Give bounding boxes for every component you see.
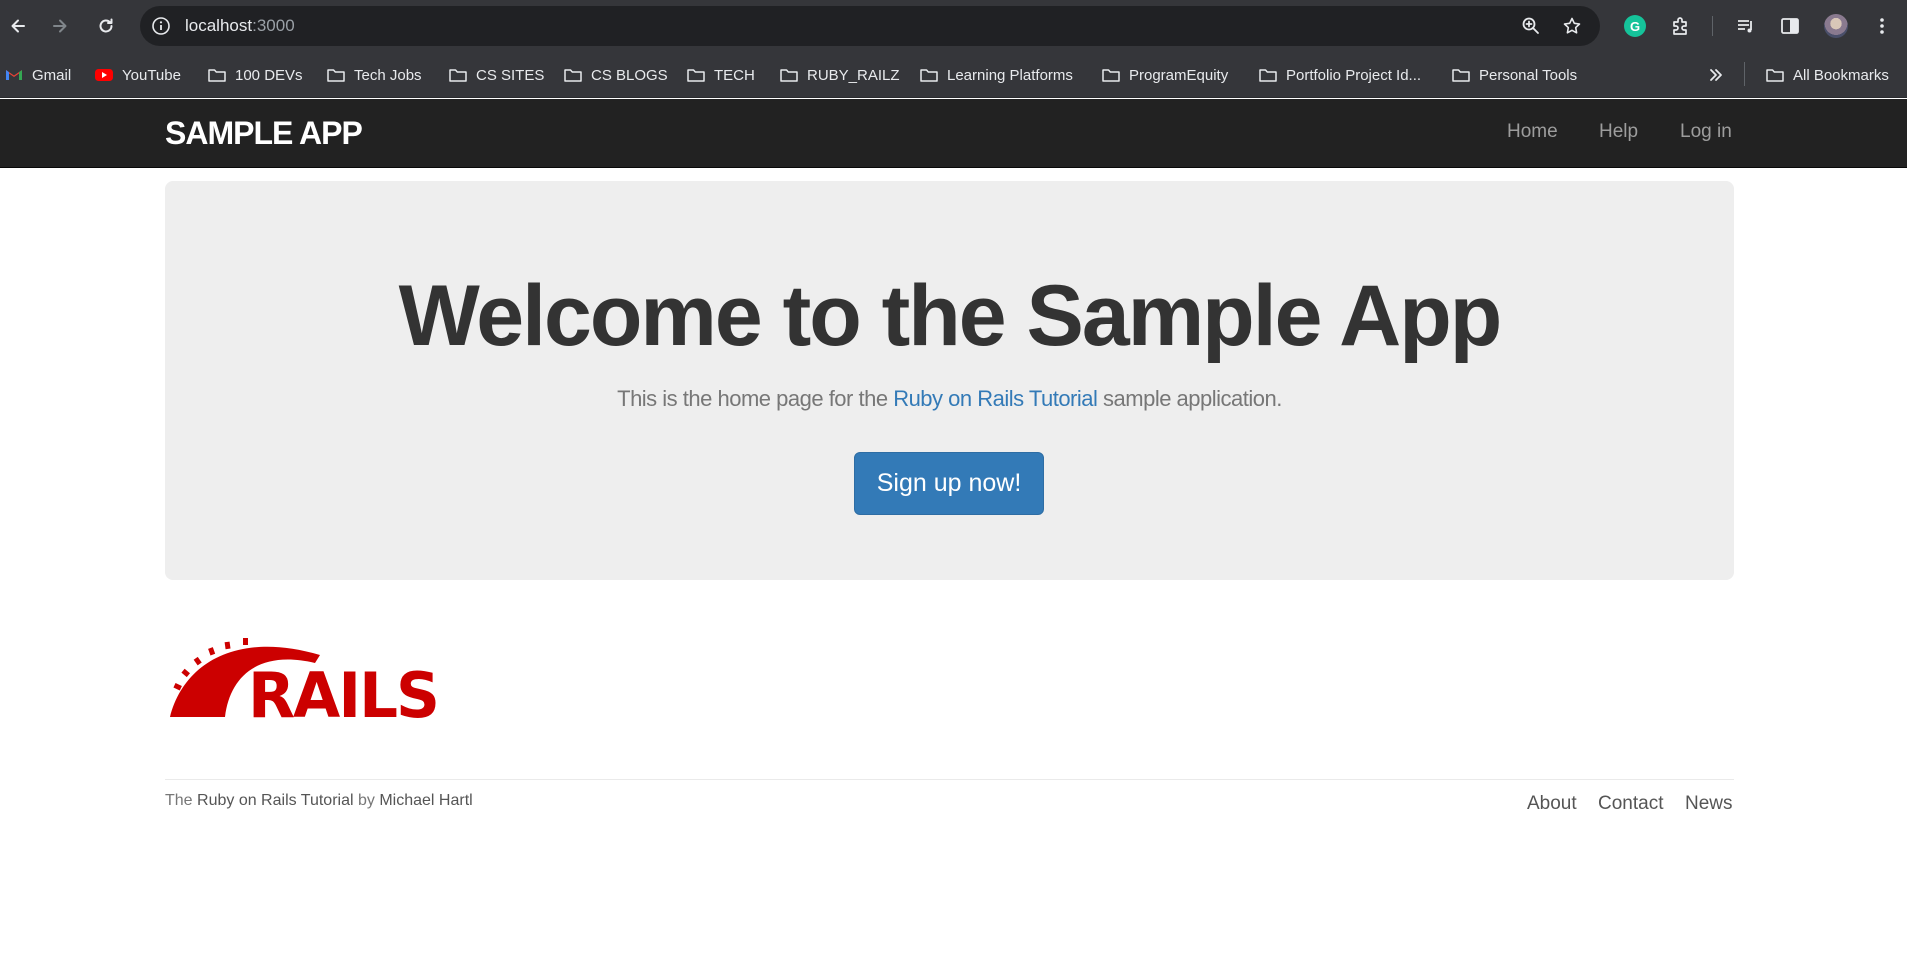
hero-subtitle-after: sample application.	[1097, 386, 1282, 411]
hero-subtitle: This is the home page for the Ruby on Ra…	[165, 385, 1734, 413]
toolbar-divider	[1712, 16, 1713, 36]
bookmark-label: All Bookmarks	[1793, 66, 1889, 84]
playlist-icon	[1738, 20, 1752, 33]
folder-icon	[1102, 69, 1120, 82]
footer-author-link[interactable]: Michael Hartl	[379, 792, 472, 809]
side-panel-button[interactable]	[1776, 12, 1804, 40]
bookmark-label: Personal Tools	[1479, 66, 1578, 84]
grammarly-icon: G	[1624, 15, 1646, 37]
forward-button[interactable]	[44, 10, 76, 42]
nav-help-link[interactable]: Help	[1599, 120, 1638, 144]
app-logo[interactable]: SAMPLE APP	[165, 114, 363, 152]
rails-logo[interactable]: RAILS	[165, 620, 440, 720]
arrow-left-icon	[11, 19, 25, 33]
extensions-button[interactable]	[1667, 12, 1695, 40]
footer-about-link[interactable]: About	[1527, 792, 1577, 816]
folder-icon	[1259, 69, 1277, 82]
nav-login-link[interactable]: Log in	[1680, 120, 1732, 144]
bookmark-youtube[interactable]: YouTube	[94, 63, 181, 87]
bookmark-label: TECH	[714, 66, 755, 84]
more-bookmarks-button[interactable]	[1706, 63, 1726, 87]
footer-tutorial-link[interactable]: Ruby on Rails Tutorial	[197, 792, 354, 809]
bookmark-label: Tech Jobs	[354, 66, 422, 84]
rails-logo-text: RAILS	[248, 659, 438, 720]
bookmark-label: 100 DEVs	[235, 66, 303, 84]
footer-by: by	[353, 792, 380, 809]
folder-icon	[208, 69, 226, 82]
address-bar[interactable]: localhost:3000	[140, 6, 1600, 46]
bookmark-label: RUBY_RAILZ	[807, 66, 900, 84]
reload-icon	[99, 18, 113, 33]
nav-home-link[interactable]: Home	[1507, 120, 1558, 144]
gmail-icon	[6, 70, 22, 80]
arrow-right-icon	[53, 19, 67, 33]
page-footer: The Ruby on Rails Tutorial by Michael Ha…	[165, 779, 1734, 839]
bookmark-learning-platforms[interactable]: Learning Platforms	[919, 63, 1073, 87]
hero-jumbotron: Welcome to the Sample App This is the ho…	[165, 181, 1734, 580]
hero-subtitle-before: This is the home page for the	[617, 386, 894, 411]
signup-button[interactable]: Sign up now!	[854, 452, 1044, 515]
bookmark-personal-tools[interactable]: Personal Tools	[1451, 63, 1577, 87]
folder-icon	[687, 69, 705, 82]
hero-title: Welcome to the Sample App	[398, 268, 1503, 364]
puzzle-icon	[1673, 17, 1687, 35]
url-port: :3000	[252, 16, 295, 35]
bookmark-label: CS SITES	[476, 66, 545, 84]
reload-button[interactable]	[90, 10, 122, 42]
bookmark-tech[interactable]: TECH	[686, 63, 755, 87]
youtube-icon	[95, 69, 113, 81]
media-controls-button[interactable]	[1732, 12, 1760, 40]
all-bookmarks[interactable]: All Bookmarks	[1765, 63, 1889, 87]
profile-button[interactable]	[1822, 12, 1850, 40]
bookmark-label: CS BLOGS	[591, 66, 668, 84]
rails-tutorial-link[interactable]: Ruby on Rails Tutorial	[893, 386, 1098, 411]
bookmark-label: Portfolio Project Id...	[1286, 66, 1422, 84]
bookmark-cs-blogs[interactable]: CS BLOGS	[563, 63, 668, 87]
avatar	[1824, 14, 1848, 38]
kebab-menu-icon	[1880, 18, 1884, 34]
url-text[interactable]: localhost:3000	[185, 16, 295, 36]
footer-prefix: The	[165, 792, 198, 809]
site-info-icon[interactable]	[150, 15, 172, 37]
browser-toolbar: localhost:3000 G	[0, 0, 1907, 52]
bookmark-gmail[interactable]: Gmail	[4, 63, 71, 87]
side-panel-icon	[1781, 18, 1799, 34]
footer-contact-link[interactable]: Contact	[1598, 792, 1663, 816]
bookmark-100-devs[interactable]: 100 DEVs	[207, 63, 303, 87]
bookmark-cs-sites[interactable]: CS SITES	[448, 63, 544, 87]
footer-news-link[interactable]: News	[1685, 792, 1733, 816]
bookmark-label: YouTube	[122, 66, 181, 84]
back-button[interactable]	[2, 10, 34, 42]
folder-icon	[327, 69, 345, 82]
bookmark-programequity[interactable]: ProgramEquity	[1101, 63, 1228, 87]
url-host: localhost	[185, 16, 253, 35]
bookmark-label: Gmail	[32, 66, 72, 84]
folder-icon	[780, 69, 798, 82]
footer-credits: The Ruby on Rails Tutorial by Michael Ha…	[165, 791, 473, 811]
bookmarks-divider	[1744, 62, 1745, 86]
bookmark-label: Learning Platforms	[947, 66, 1073, 84]
bookmark-portfolio-project[interactable]: Portfolio Project Id...	[1258, 63, 1421, 87]
browser-menu-button[interactable]	[1868, 12, 1896, 40]
double-chevron-right-icon	[1710, 69, 1722, 81]
folder-icon	[920, 69, 938, 82]
grammarly-extension[interactable]: G	[1621, 12, 1649, 40]
folder-icon	[449, 69, 467, 82]
bookmarks-bar: Gmail YouTube 100 DEVs Tech Jobs CS SITE…	[0, 52, 1907, 98]
folder-icon	[1452, 69, 1470, 82]
bookmark-ruby-railz[interactable]: RUBY_RAILZ	[779, 63, 900, 87]
zoom-icon[interactable]	[1520, 15, 1542, 37]
bookmark-tech-jobs[interactable]: Tech Jobs	[326, 63, 422, 87]
bookmark-label: ProgramEquity	[1129, 66, 1229, 84]
folder-icon	[564, 69, 582, 82]
bookmark-star-icon[interactable]	[1561, 15, 1583, 37]
app-navbar: SAMPLE APP Home Help Log in	[0, 99, 1907, 168]
folder-icon	[1766, 69, 1784, 82]
